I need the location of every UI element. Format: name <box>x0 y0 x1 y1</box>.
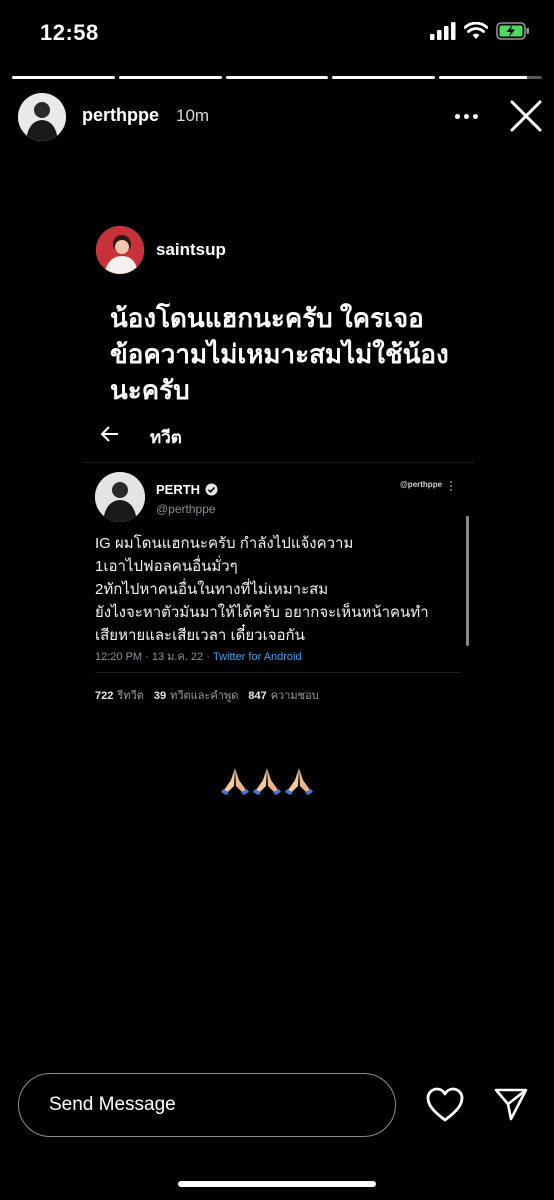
quote-stat: 39 ทวีตและคำพูด <box>154 686 239 704</box>
kebab-icon <box>450 481 452 491</box>
post-username[interactable]: saintsup <box>156 240 226 260</box>
avatar-photo <box>96 226 144 274</box>
tweet-heading: ทวีต <box>150 428 182 447</box>
story-avatar[interactable] <box>18 93 66 141</box>
praying-hands-emoji <box>220 766 314 796</box>
battery-charging-icon <box>496 22 529 40</box>
tweet-stats: 722 รีทวีต 39 ทวีตและคำพูด 847 ความชอบ <box>95 686 319 704</box>
status-time: 12:58 <box>40 20 99 45</box>
status-icons <box>430 22 530 40</box>
tweet-name-text: PERTH <box>156 482 201 497</box>
tweet-line: IG ผมโดนแฮกนะครับ กำลังไปแจ้งความ <box>95 535 354 552</box>
caption-line: นะครับ <box>110 375 190 405</box>
verified-icon <box>205 483 218 496</box>
avatar-photo <box>18 93 66 141</box>
home-indicator <box>178 1181 376 1187</box>
retweet-label: รีทวีต <box>117 690 144 702</box>
like-stat: 847 ความชอบ <box>248 686 318 704</box>
tweet-source: Twitter for Android <box>212 651 302 663</box>
send-icon[interactable] <box>493 1086 529 1122</box>
retweet-stat: 722 รีทวีต <box>95 686 144 704</box>
praying-hands-icon <box>285 768 313 795</box>
progress-segment <box>439 76 542 79</box>
story-username[interactable]: perthppe <box>82 105 159 126</box>
tweet-scrollbar <box>466 516 469 646</box>
tweet-avatar <box>95 472 145 522</box>
close-icon[interactable] <box>506 96 546 136</box>
tweet-line: เสียหายและเสียเวลา เดี๋ยวเจอกัน <box>95 627 305 644</box>
like-count: 847 <box>248 690 267 702</box>
signal-icon <box>430 22 456 40</box>
story-progress <box>12 76 542 79</box>
dot-icon <box>463 113 469 119</box>
quote-count: 39 <box>153 690 167 702</box>
progress-segment <box>118 76 222 79</box>
progress-fill <box>332 76 436 79</box>
praying-hands-icon <box>253 768 281 795</box>
wifi-icon <box>464 22 488 39</box>
heart-icon[interactable] <box>425 1086 465 1124</box>
tweet-handle-watermark: @perthppe <box>400 480 443 489</box>
tweet-body: IG ผมโดนแฮกนะครับ กำลังไปแจ้งความ 1เอาไป… <box>95 532 465 647</box>
progress-segment <box>332 76 436 79</box>
progress-segment <box>12 76 115 79</box>
progress-segment <box>225 76 329 79</box>
progress-fill <box>439 76 527 79</box>
tweet-line: ยังไงจะหาตัวมันมาให้ได้ครับ อยากจะเห็นหน… <box>95 604 429 621</box>
praying-hands-icon <box>221 768 249 795</box>
progress-fill <box>12 76 115 79</box>
quote-label: ทวีตและคำพูด <box>170 690 239 702</box>
caption-line: ข้อความไม่เหมาะสมไม่ใช้น้อง <box>110 339 449 369</box>
progress-fill <box>225 76 329 79</box>
divider <box>95 672 460 673</box>
tweet-line: 1เอาไปฟอลคนอื่นมั่วๆ <box>95 558 238 575</box>
dot-icon <box>454 113 460 119</box>
back-arrow-icon <box>100 426 118 442</box>
tweet-line: 2ทักไปหาคนอื่นในทางที่ไม่เหมาะสม <box>95 581 329 598</box>
like-label: ความชอบ <box>270 690 319 702</box>
story-time: 10m <box>176 106 210 125</box>
caption-line: น้องโดนแฮกนะครับ ใครเจอ <box>110 303 424 333</box>
tweet-handle: @perthppe <box>156 502 216 516</box>
post-avatar[interactable] <box>96 226 144 274</box>
avatar-photo <box>95 472 145 522</box>
more-options-button[interactable] <box>446 104 486 128</box>
send-message-input[interactable] <box>18 1073 396 1137</box>
dot-icon <box>472 113 478 119</box>
progress-fill <box>118 76 222 79</box>
post-caption: น้องโดนแฮกนะครับ ใครเจอ ข้อความไม่เหมาะส… <box>110 300 470 408</box>
tweet-meta: 12:20 PM · 13 ม.ค. 22 · Twitter for Andr… <box>95 647 302 665</box>
tweet-timestamp: 12:20 PM · 13 ม.ค. 22 · <box>95 651 213 663</box>
retweet-count: 722 <box>95 690 114 702</box>
tweet-name: PERTH <box>156 482 218 497</box>
